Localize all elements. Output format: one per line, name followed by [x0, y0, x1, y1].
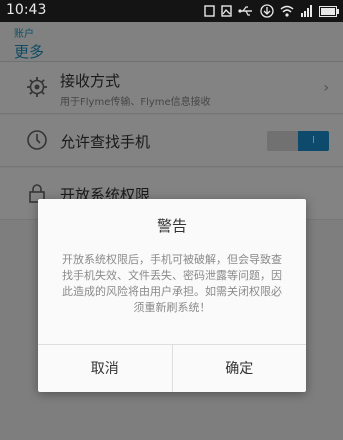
status-icons [204, 3, 339, 19]
settings-screen: 账户 更多 接收方式 用于Flyme传输、Flyme信息接收 › 允许查找手机 … [0, 22, 343, 440]
cancel-button[interactable]: 取消 [38, 345, 172, 392]
download-icon [260, 4, 274, 18]
signal-icon [301, 5, 312, 17]
warning-dialog: 警告 开放系统权限后，手机可被破解，但会导致查找手机失效、文件丢失、密码泄露等问… [38, 199, 306, 392]
status-time: 10:43 [6, 2, 47, 18]
sim-icon [204, 5, 215, 17]
dialog-title: 警告 [156, 217, 187, 235]
photo-icon [221, 5, 232, 17]
dialog-actions: 取消 确定 [38, 344, 306, 392]
usb-icon [238, 6, 252, 16]
confirm-button[interactable]: 确定 [171, 345, 307, 392]
wifi-icon [280, 5, 294, 17]
dialog-message: 开放系统权限后，手机可被破解，但会导致查找手机失效、文件丢失、密码泄露等问题，因… [62, 253, 282, 314]
status-bar: 10:43 [0, 0, 343, 22]
battery-icon [319, 5, 339, 17]
